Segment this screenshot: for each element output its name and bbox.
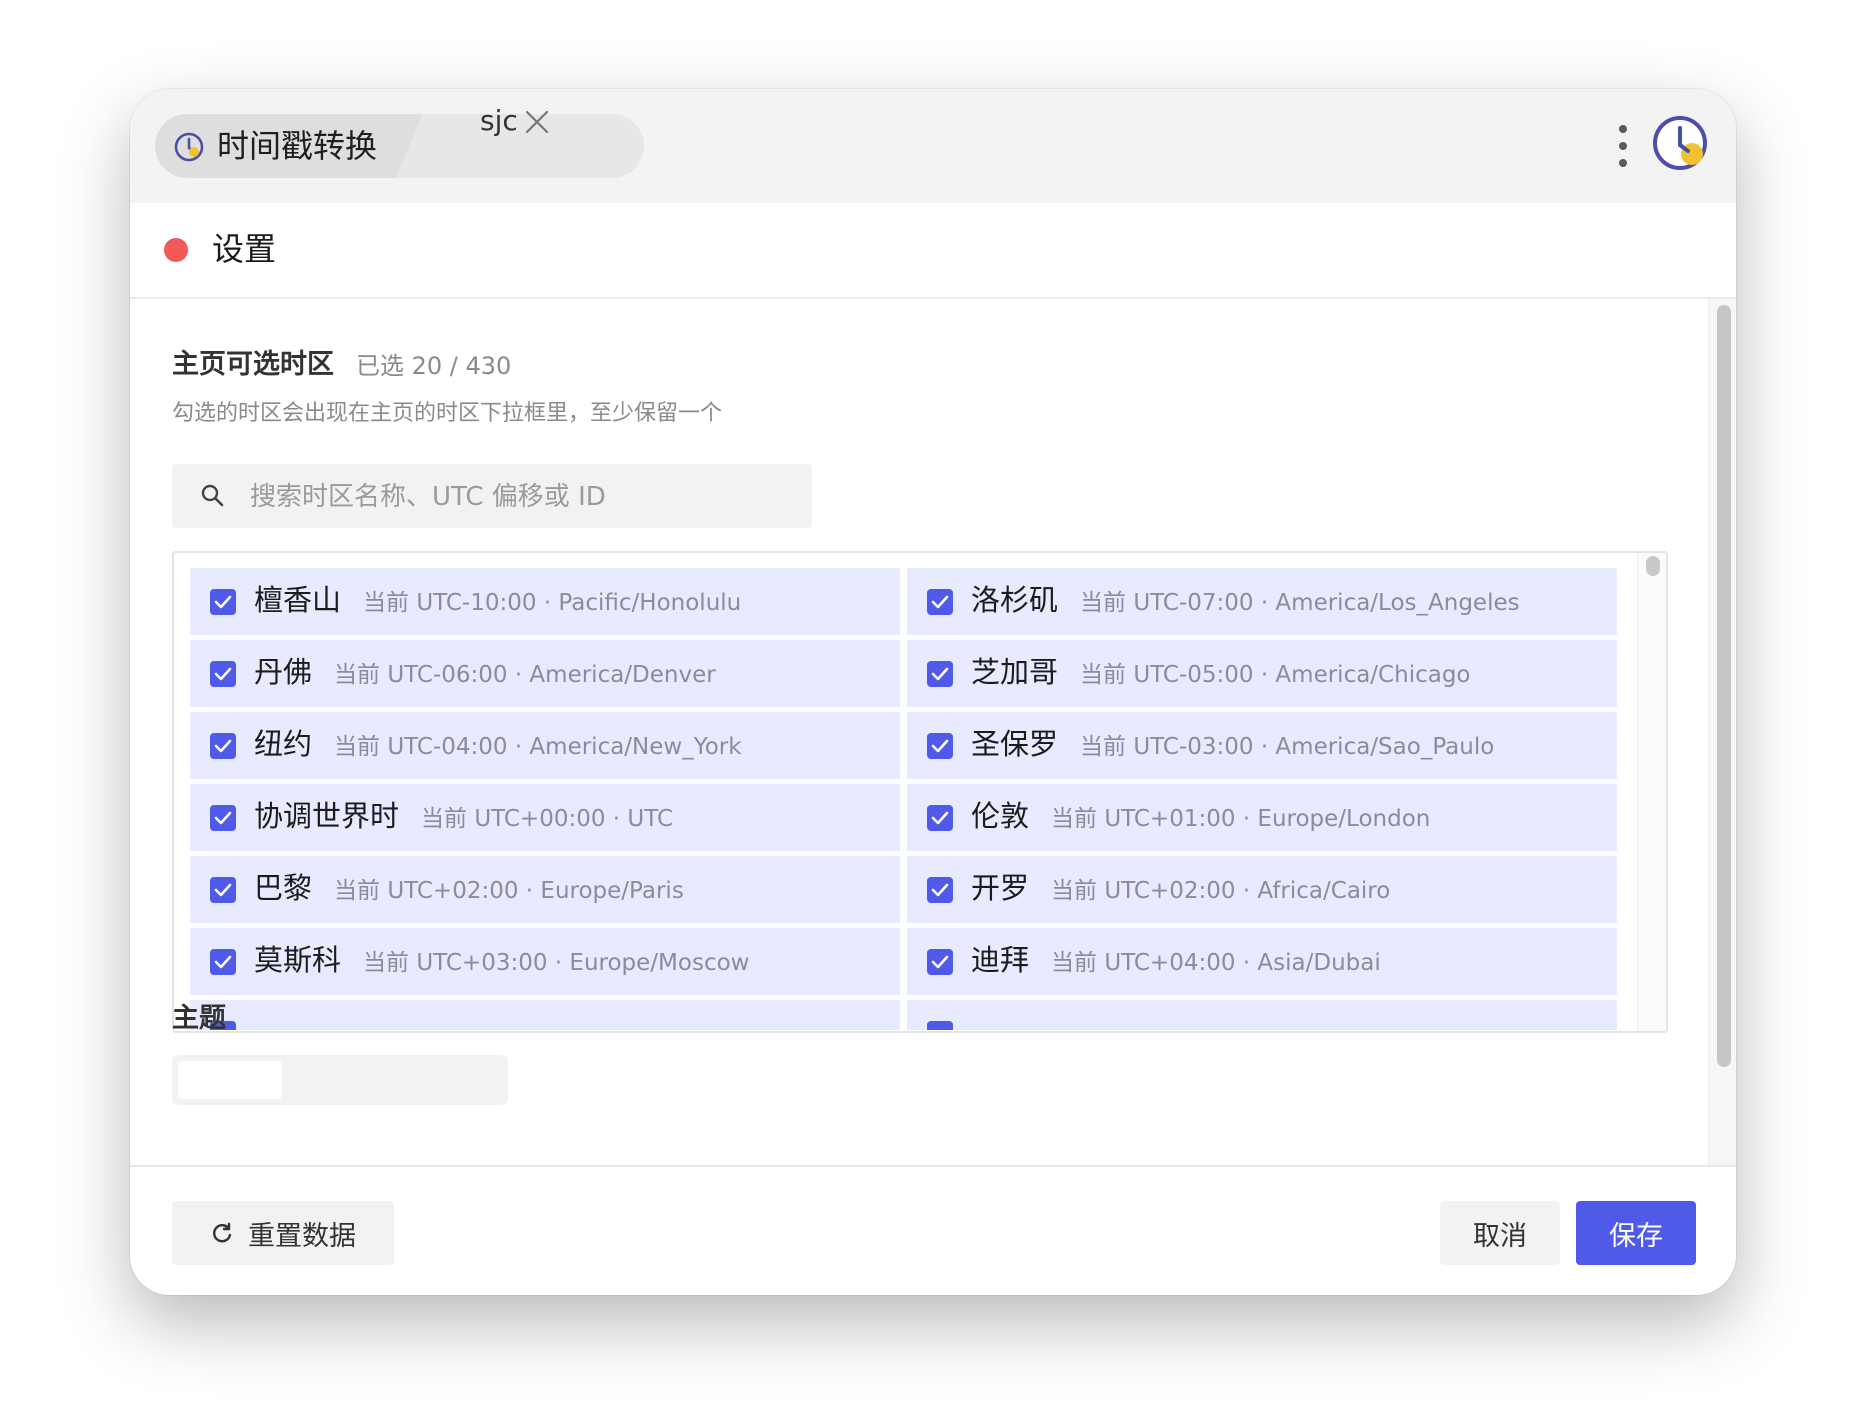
timezone-name: 协调世界时 当前 UTC+00:00 · UTC <box>254 799 674 833</box>
theme-selector[interactable] <box>172 1055 508 1105</box>
timezone-checkbox[interactable] <box>927 661 953 687</box>
checkmark-icon <box>214 811 232 825</box>
timezone-item[interactable]: 迪拜 当前 UTC+04:00 · Asia/Dubai <box>907 928 1617 995</box>
list-scrollbar-thumb[interactable] <box>1646 556 1660 576</box>
timezone-meta: 当前 UTC-05:00 · America/Chicago <box>1080 662 1471 688</box>
timezone-item-partial[interactable] <box>190 1000 900 1030</box>
timezone-section-title: 主页可选时区 <box>172 349 334 380</box>
timezone-meta: 当前 UTC-10:00 · Pacific/Honolulu <box>363 590 742 616</box>
sub-tab-label: sjc <box>480 104 518 137</box>
clock-icon <box>174 132 204 162</box>
checkmark-icon <box>931 955 949 969</box>
timezone-meta: 当前 UTC-04:00 · America/New_York <box>334 734 742 760</box>
reset-data-label: 重置数据 <box>248 1220 356 1252</box>
timezone-list: 檀香山 当前 UTC-10:00 · Pacific/Honolulu 洛杉矶 当前 … <box>172 551 1668 1033</box>
timezone-item[interactable]: 协调世界时 当前 UTC+00:00 · UTC <box>190 784 900 851</box>
timezone-meta: 当前 UTC-03:00 · America/Sao_Paulo <box>1080 734 1495 760</box>
refresh-icon <box>213 1222 232 1243</box>
timezone-item[interactable]: 莫斯科 当前 UTC+03:00 · Europe/Moscow <box>190 928 900 995</box>
timezone-checkbox[interactable] <box>210 661 236 687</box>
tab-title: 时间戳转换 <box>217 127 378 165</box>
theme-section-title: 主题 <box>172 1003 226 1034</box>
timezone-checkbox[interactable] <box>927 805 953 831</box>
theme-option-active[interactable] <box>178 1061 282 1099</box>
timezone-name: 迪拜 当前 UTC+04:00 · Asia/Dubai <box>971 943 1381 977</box>
timezone-meta: 当前 UTC+04:00 · Asia/Dubai <box>1051 950 1381 976</box>
save-button[interactable]: 保存 <box>1576 1201 1696 1265</box>
timezone-item[interactable]: 伦敦 当前 UTC+01:00 · Europe/London <box>907 784 1617 851</box>
timezone-meta: 当前 UTC+00:00 · UTC <box>421 806 674 832</box>
content-scrollbar-thumb[interactable] <box>1717 305 1731 1067</box>
content-scrollbar[interactable] <box>1708 299 1736 1165</box>
timezone-meta: 当前 UTC-06:00 · America/Denver <box>334 662 716 688</box>
status-dot <box>164 238 188 262</box>
timezone-name: 莫斯科 当前 UTC+03:00 · Europe/Moscow <box>254 943 750 977</box>
timezone-checkbox[interactable] <box>927 589 953 615</box>
checkmark-icon <box>931 811 949 825</box>
tab-timestamp-converter[interactable]: 时间戳转换 <box>155 114 441 178</box>
selected-count: 已选 20 / 430 <box>356 352 512 380</box>
timezone-description: 勾选的时区会出现在主页的时区下拉框里，至少保留一个 <box>172 401 723 426</box>
checkmark-icon <box>214 883 232 897</box>
checkmark-icon <box>214 595 232 609</box>
timezone-name: 丹佛 当前 UTC-06:00 · America/Denver <box>254 655 716 689</box>
checkmark-icon <box>931 667 949 681</box>
timezone-name: 檀香山 当前 UTC-10:00 · Pacific/Honolulu <box>254 583 742 617</box>
checkmark-icon <box>931 883 949 897</box>
footer: 重置数据 取消 保存 <box>130 1165 1736 1295</box>
timezone-name: 伦敦 当前 UTC+01:00 · Europe/London <box>971 799 1431 833</box>
timezone-name: 芝加哥 当前 UTC-05:00 · America/Chicago <box>971 655 1471 689</box>
timezone-name: 洛杉矶 当前 UTC-07:00 · America/Los_Angeles <box>971 583 1520 617</box>
checkmark-icon <box>214 955 232 969</box>
timezone-checkbox[interactable] <box>210 589 236 615</box>
title-bar: 时间戳转换 sjc <box>130 89 1736 203</box>
close-icon[interactable] <box>524 109 550 135</box>
timezone-item[interactable]: 芝加哥 当前 UTC-05:00 · America/Chicago <box>907 640 1617 707</box>
timezone-checkbox[interactable] <box>210 805 236 831</box>
settings-header: 设置 <box>130 203 1736 299</box>
timezone-checkbox[interactable] <box>927 877 953 903</box>
timezone-item[interactable]: 开罗 当前 UTC+02:00 · Africa/Cairo <box>907 856 1617 923</box>
timezone-meta: 当前 UTC+03:00 · Europe/Moscow <box>363 950 750 976</box>
timezone-item[interactable]: 丹佛 当前 UTC-06:00 · America/Denver <box>190 640 900 707</box>
search-icon <box>201 484 224 507</box>
kebab-menu-icon[interactable] <box>1615 125 1631 169</box>
timezone-item[interactable]: 纽约 当前 UTC-04:00 · America/New_York <box>190 712 900 779</box>
timezone-checkbox[interactable] <box>927 949 953 975</box>
settings-content: 主页可选时区 已选 20 / 430 勾选的时区会出现在主页的时区下拉框里，至少… <box>130 299 1708 1165</box>
list-scrollbar[interactable] <box>1637 553 1666 1031</box>
timezone-search-input[interactable] <box>248 464 792 530</box>
timezone-checkbox[interactable] <box>210 949 236 975</box>
timezone-meta: 当前 UTC+02:00 · Europe/Paris <box>334 878 684 904</box>
timezone-name: 圣保罗 当前 UTC-03:00 · America/Sao_Paulo <box>971 727 1495 761</box>
timezone-item[interactable]: 巴黎 当前 UTC+02:00 · Europe/Paris <box>190 856 900 923</box>
timezone-item[interactable]: 圣保罗 当前 UTC-03:00 · America/Sao_Paulo <box>907 712 1617 779</box>
checkmark-icon <box>214 667 232 681</box>
settings-window: 时间戳转换 sjc 设置 主页可选时区 已选 20 / 430 勾选的时区会出现… <box>130 89 1736 1295</box>
reset-data-button[interactable]: 重置数据 <box>172 1201 394 1265</box>
timezone-grid: 檀香山 当前 UTC-10:00 · Pacific/Honolulu 洛杉矶 当前 … <box>190 568 1618 1030</box>
search-box <box>172 464 812 530</box>
settings-title: 设置 <box>212 230 277 268</box>
timezone-meta: 当前 UTC+02:00 · Africa/Cairo <box>1051 878 1391 904</box>
checkmark-icon <box>214 739 232 753</box>
cancel-button[interactable]: 取消 <box>1440 1201 1560 1265</box>
timezone-checkbox[interactable] <box>210 733 236 759</box>
timezone-checkbox[interactable] <box>210 877 236 903</box>
checkmark-icon <box>931 595 949 609</box>
timezone-name: 开罗 当前 UTC+02:00 · Africa/Cairo <box>971 871 1391 905</box>
timezone-item[interactable]: 檀香山 当前 UTC-10:00 · Pacific/Honolulu <box>190 568 900 635</box>
timezone-name: 巴黎 当前 UTC+02:00 · Europe/Paris <box>254 871 684 905</box>
timezone-checkbox[interactable] <box>927 733 953 759</box>
timezone-item[interactable]: 洛杉矶 当前 UTC-07:00 · America/Los_Angeles <box>907 568 1617 635</box>
timezone-checkbox[interactable] <box>927 1021 953 1030</box>
checkmark-icon <box>931 739 949 753</box>
timezone-meta: 当前 UTC-07:00 · America/Los_Angeles <box>1080 590 1520 616</box>
app-clock-logo-icon[interactable] <box>1650 113 1716 179</box>
timezone-name: 纽约 当前 UTC-04:00 · America/New_York <box>254 727 742 761</box>
timezone-item-partial[interactable] <box>907 1000 1617 1030</box>
timezone-meta: 当前 UTC+01:00 · Europe/London <box>1051 806 1431 832</box>
